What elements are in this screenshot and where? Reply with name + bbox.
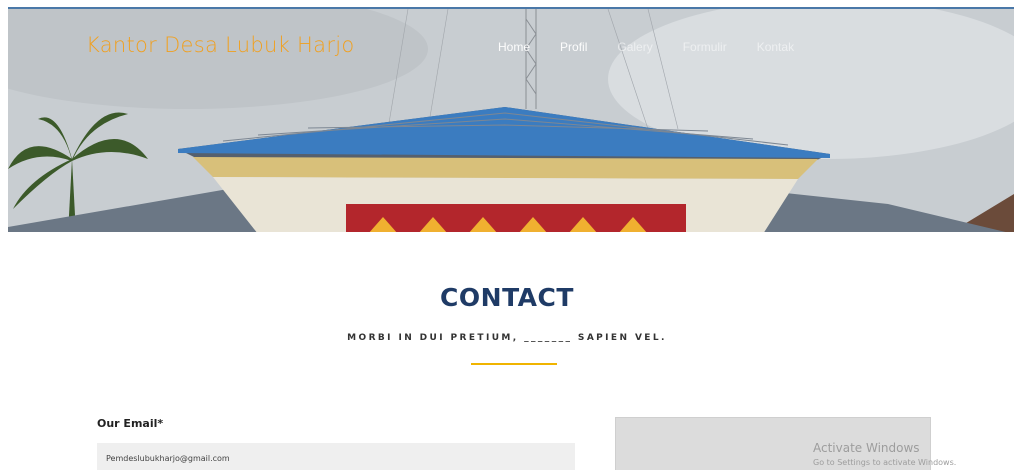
nav-galery[interactable]: Galery bbox=[617, 40, 652, 54]
watermark-title: Activate Windows bbox=[813, 441, 920, 455]
email-field[interactable] bbox=[97, 443, 575, 470]
email-label: Our Email* bbox=[97, 417, 164, 430]
hero-banner: Kantor Desa Lubuk Harjo Home Profil Gale… bbox=[8, 7, 1014, 232]
activate-windows-watermark: Activate Windows Go to Settings to activ… bbox=[813, 441, 956, 467]
site-brand[interactable]: Kantor Desa Lubuk Harjo bbox=[86, 33, 355, 57]
nav-kontak[interactable]: Kontak bbox=[757, 40, 794, 54]
nav-formulir[interactable]: Formulir bbox=[683, 40, 727, 54]
section-subtitle: MORBI IN DUI PRETIUM, _______ SAPIEN VEL… bbox=[347, 333, 667, 343]
title-underline bbox=[471, 363, 557, 365]
nav-profil[interactable]: Profil bbox=[560, 40, 587, 54]
main-nav: Home Profil Galery Formulir Kontak bbox=[498, 40, 824, 54]
nav-home[interactable]: Home bbox=[498, 40, 530, 54]
section-title: CONTACT bbox=[440, 283, 574, 312]
watermark-subtitle: Go to Settings to activate Windows. bbox=[813, 458, 957, 467]
